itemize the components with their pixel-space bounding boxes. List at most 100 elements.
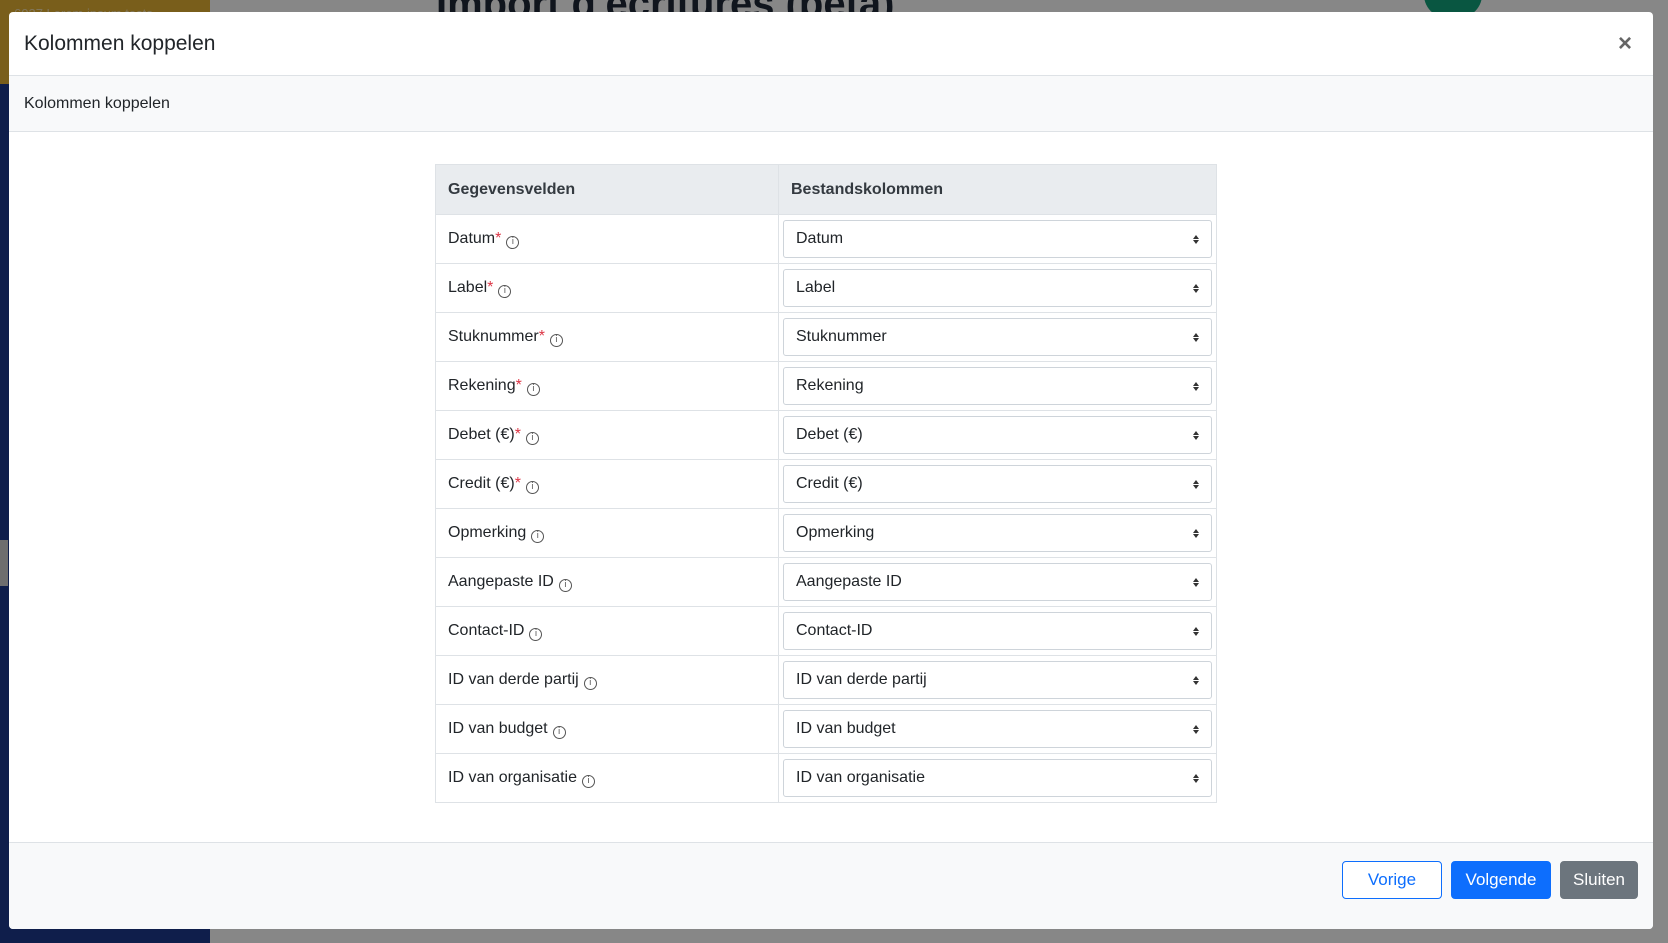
- column-select-value: ID van derde partij: [796, 671, 927, 688]
- column-select-value: Datum: [796, 230, 844, 247]
- chevron-updown-icon: [1193, 479, 1199, 489]
- field-label: ID van budget: [448, 719, 548, 737]
- column-select[interactable]: Opmerking: [783, 514, 1212, 552]
- field-label: Debet (€): [448, 425, 515, 443]
- required-marker: *: [487, 278, 494, 296]
- field-label: ID van derde partij: [448, 670, 579, 688]
- column-cell: Rekening: [778, 361, 1217, 411]
- column-select[interactable]: Stuknummer: [783, 318, 1212, 356]
- column-select[interactable]: ID van derde partij: [783, 661, 1212, 699]
- column-cell: ID van derde partij: [778, 655, 1217, 705]
- column-cell: ID van organisatie: [778, 753, 1217, 803]
- column-select[interactable]: Credit (€): [783, 465, 1212, 503]
- modal-footer: Vorige Volgende Sluiten: [9, 842, 1653, 929]
- field-cell: Datum* i: [435, 214, 779, 264]
- field-label: ID van organisatie: [448, 768, 577, 786]
- info-icon[interactable]: i: [558, 578, 572, 592]
- table-row: ID van organisatie i ID van organisatie: [435, 753, 1217, 803]
- column-select[interactable]: Datum: [783, 220, 1212, 258]
- info-icon[interactable]: i: [529, 627, 543, 641]
- field-label: Credit (€): [448, 474, 515, 492]
- modal-subheader: Kolommen koppelen: [9, 76, 1653, 132]
- table-row: Label* i Label: [435, 263, 1217, 313]
- column-cell: Debet (€): [778, 410, 1217, 460]
- field-label: Opmerking: [448, 523, 527, 541]
- column-select-value: ID van budget: [796, 720, 896, 737]
- modal-title: Kolommen koppelen: [24, 31, 216, 55]
- chevron-updown-icon: [1193, 234, 1199, 244]
- column-select[interactable]: ID van organisatie: [783, 759, 1212, 797]
- field-cell: Stuknummer* i: [435, 312, 779, 362]
- field-cell: Credit (€)* i: [435, 459, 779, 509]
- close-icon[interactable]: ×: [1611, 30, 1639, 58]
- info-icon[interactable]: i: [506, 235, 520, 249]
- column-select-value: ID van organisatie: [796, 769, 925, 786]
- info-icon[interactable]: i: [525, 431, 539, 445]
- table-row: Credit (€)* i Credit (€): [435, 459, 1217, 509]
- modal-header: Kolommen koppelen ×: [9, 12, 1653, 76]
- column-select[interactable]: Label: [783, 269, 1212, 307]
- chevron-updown-icon: [1193, 283, 1199, 293]
- field-label: Datum: [448, 229, 496, 247]
- field-cell: ID van budget i: [435, 704, 779, 754]
- info-icon[interactable]: i: [583, 676, 597, 690]
- column-select[interactable]: Debet (€): [783, 416, 1212, 454]
- column-select-value: Aangepaste ID: [796, 573, 902, 590]
- field-label: Rekening: [448, 376, 516, 394]
- column-cell: Label: [778, 263, 1217, 313]
- table-row: Aangepaste ID i Aangepaste ID: [435, 557, 1217, 607]
- field-label: Contact-ID: [448, 621, 525, 639]
- mapping-table: Gegevensvelden Bestandskolommen Datum* i D…: [435, 164, 1217, 803]
- info-icon[interactable]: i: [498, 284, 512, 298]
- chevron-updown-icon: [1193, 675, 1199, 685]
- next-button[interactable]: Volgende: [1451, 861, 1551, 899]
- column-cell: ID van budget: [778, 704, 1217, 754]
- table-row: Opmerking i Opmerking: [435, 508, 1217, 558]
- previous-button[interactable]: Vorige: [1342, 861, 1442, 899]
- table-row: Contact-ID i Contact-ID: [435, 606, 1217, 656]
- table-row: ID van budget i ID van budget: [435, 704, 1217, 754]
- table-row: Debet (€)* i Debet (€): [435, 410, 1217, 460]
- column-cell: Opmerking: [778, 508, 1217, 558]
- column-select[interactable]: ID van budget: [783, 710, 1212, 748]
- chevron-updown-icon: [1193, 773, 1199, 783]
- field-cell: Opmerking i: [435, 508, 779, 558]
- close-button[interactable]: Sluiten: [1560, 861, 1638, 899]
- column-select[interactable]: Rekening: [783, 367, 1212, 405]
- chevron-updown-icon: [1193, 430, 1199, 440]
- info-icon[interactable]: i: [581, 774, 595, 788]
- field-cell: Contact-ID i: [435, 606, 779, 656]
- info-icon[interactable]: i: [549, 333, 563, 347]
- field-cell: Rekening* i: [435, 361, 779, 411]
- table-row: ID van derde partij i ID van derde partij: [435, 655, 1217, 705]
- column-cell: Contact-ID: [778, 606, 1217, 656]
- field-cell: Aangepaste ID i: [435, 557, 779, 607]
- column-cell: Credit (€): [778, 459, 1217, 509]
- column-select-value: Stuknummer: [796, 328, 887, 345]
- chevron-updown-icon: [1193, 724, 1199, 734]
- required-marker: *: [514, 474, 521, 492]
- chevron-updown-icon: [1193, 332, 1199, 342]
- info-icon[interactable]: i: [552, 725, 566, 739]
- column-select-value: Contact-ID: [796, 622, 873, 639]
- required-marker: *: [538, 327, 545, 345]
- modal-body: Gegevensvelden Bestandskolommen Datum* i D…: [9, 132, 1653, 866]
- info-icon[interactable]: i: [525, 480, 539, 494]
- table-row: Rekening* i Rekening: [435, 361, 1217, 411]
- column-cell: Aangepaste ID: [778, 557, 1217, 607]
- column-select[interactable]: Contact-ID: [783, 612, 1212, 650]
- required-marker: *: [514, 425, 521, 443]
- chevron-updown-icon: [1193, 528, 1199, 538]
- info-icon[interactable]: i: [526, 382, 540, 396]
- info-icon[interactable]: i: [531, 529, 545, 543]
- field-cell: Debet (€)* i: [435, 410, 779, 460]
- column-select-value: Debet (€): [796, 426, 863, 443]
- table-header-row: Gegevensvelden Bestandskolommen: [435, 164, 1217, 215]
- column-cell: Stuknummer: [778, 312, 1217, 362]
- required-marker: *: [515, 376, 522, 394]
- column-select-value: Credit (€): [796, 475, 863, 492]
- chevron-updown-icon: [1193, 577, 1199, 587]
- header-file-columns: Bestandskolommen: [778, 164, 1217, 215]
- column-select[interactable]: Aangepaste ID: [783, 563, 1212, 601]
- field-label: Label: [448, 278, 488, 296]
